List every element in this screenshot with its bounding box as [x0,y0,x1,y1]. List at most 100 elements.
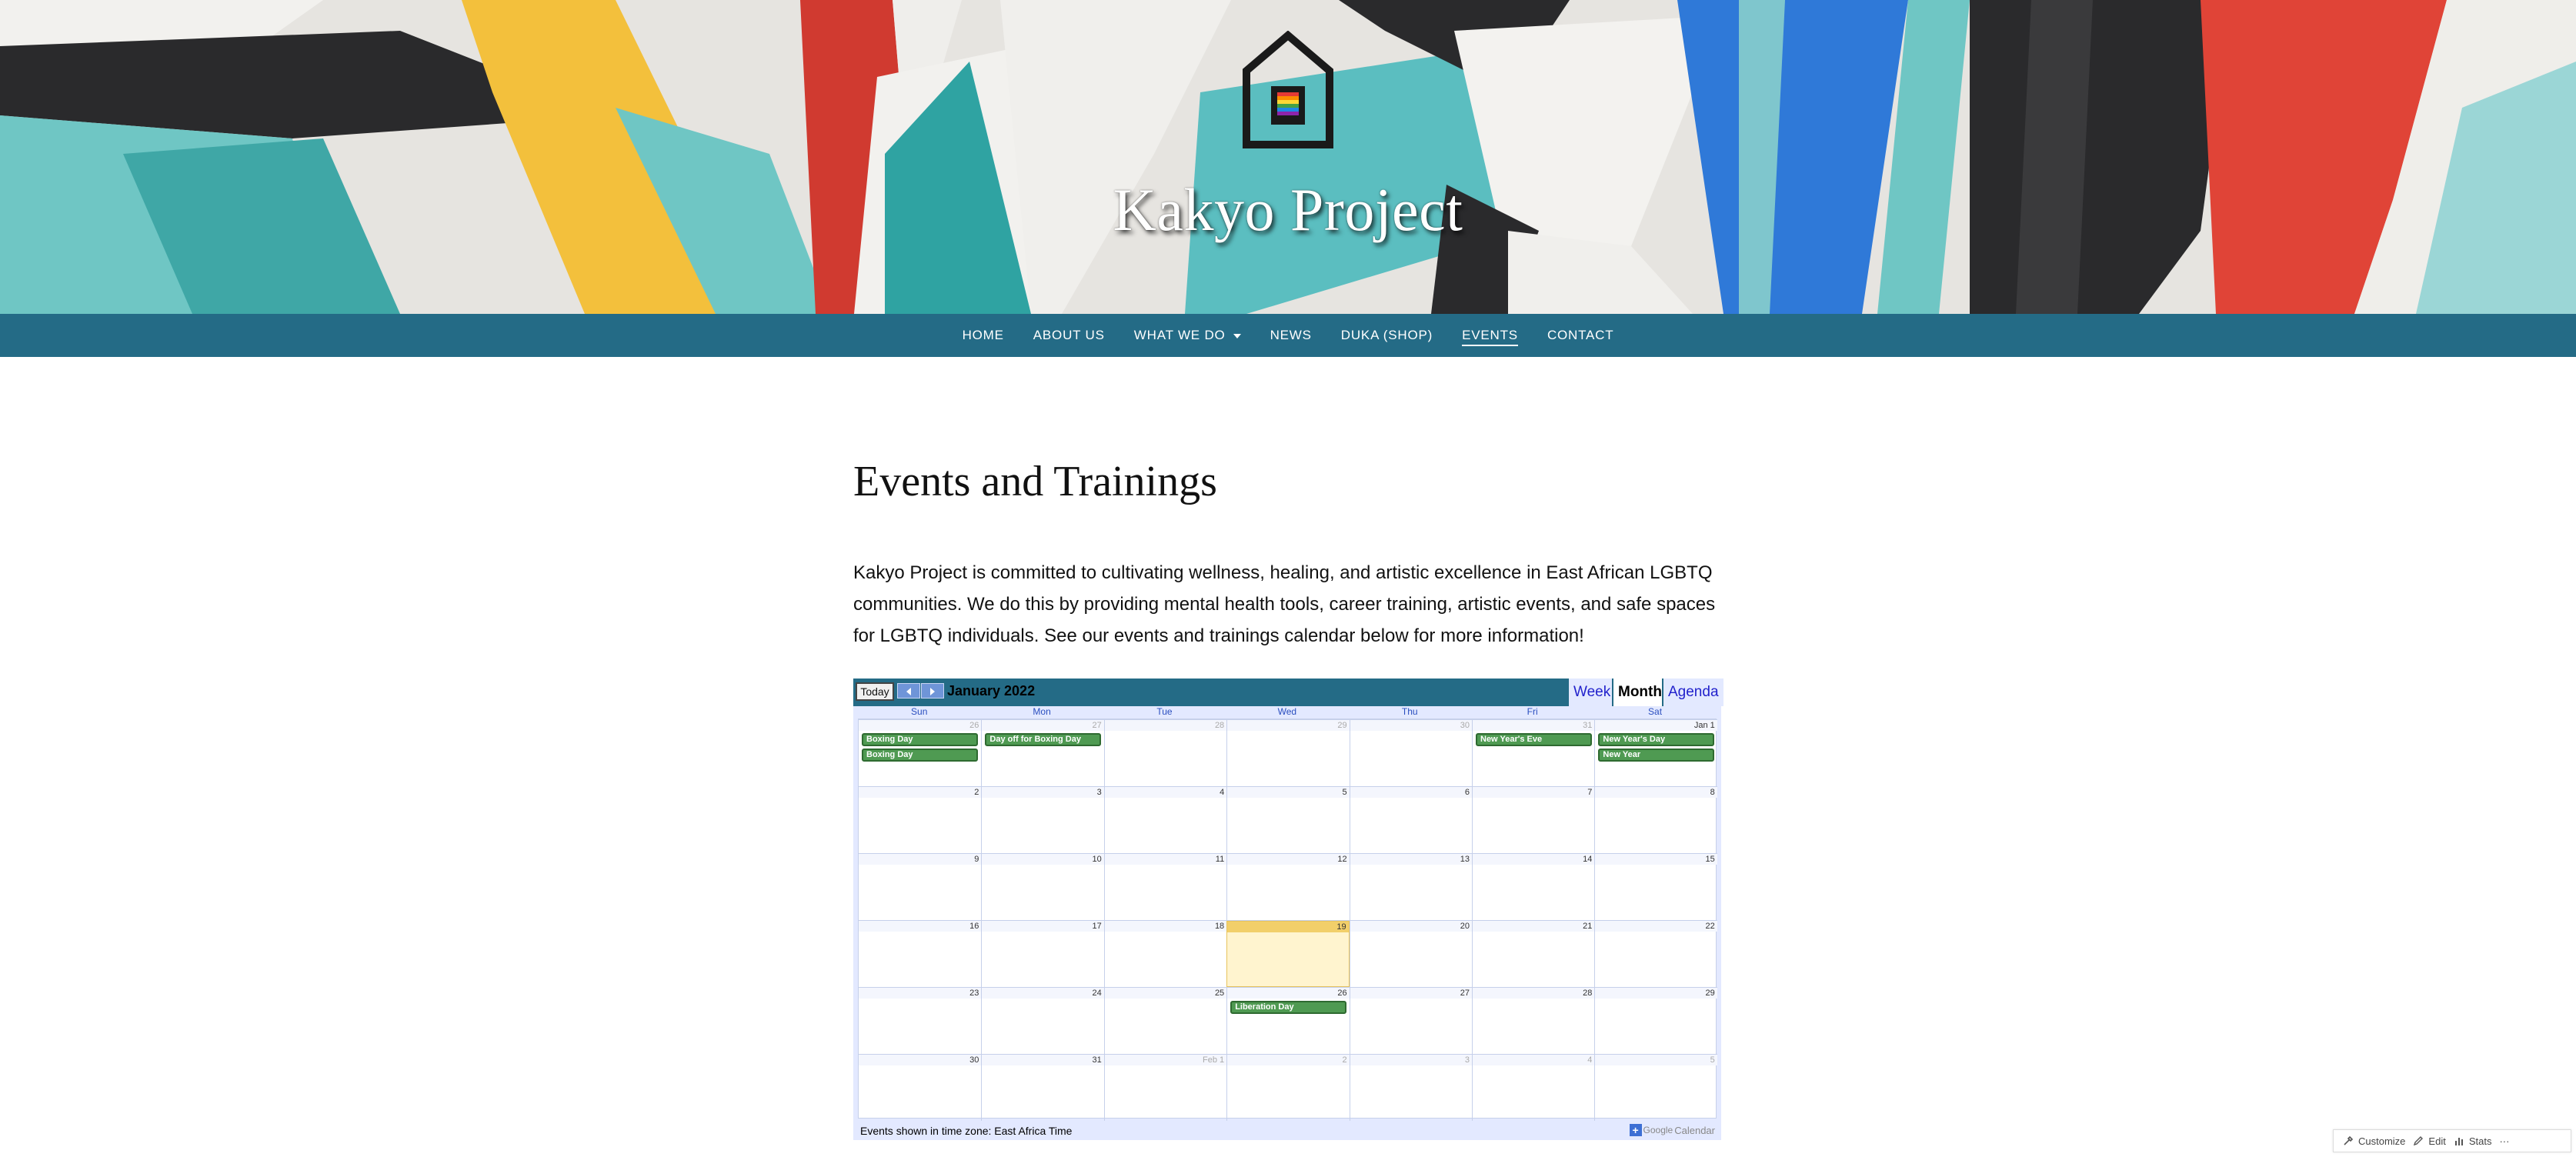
calendar-day-cell[interactable]: 11 [1103,854,1227,920]
calendar-day-cell[interactable]: 5 [1226,787,1350,853]
calendar-day-cell[interactable]: 27 [1349,988,1472,1054]
calendar-day-cell[interactable]: 8 [1594,787,1717,853]
calendar-day-cell-today[interactable]: 19 [1226,921,1350,987]
calendar-day-cell[interactable]: 9 [859,854,982,920]
nav-item-news[interactable]: NEWS [1256,314,1326,357]
calendar-day-cell[interactable]: 23 [859,988,982,1054]
weekday-label: Sat [1648,706,1663,717]
nav-item-events[interactable]: EVENTS [1447,314,1533,357]
site-logo-house-icon[interactable] [1242,31,1334,149]
calendar-event[interactable]: Boxing Day [862,749,978,762]
pencil-icon [2414,1136,2424,1146]
stats-button[interactable]: Stats [2454,1135,2491,1147]
day-number: 6 [1464,788,1470,797]
calendar-event[interactable]: New Year [1598,749,1715,762]
prev-month-button[interactable] [897,683,920,699]
calendar-week-row: 30 31 Feb 1 2 3 4 5 [859,1054,1717,1121]
nav-item-duka-shop[interactable]: DUKA (SHOP) [1326,314,1447,357]
calendar-day-cell[interactable]: 4 [1103,787,1227,853]
plus-icon[interactable]: + [1629,1124,1642,1136]
calendar-day-cell[interactable]: 24 [981,988,1104,1054]
tab-week[interactable]: Week [1567,679,1616,706]
tab-month[interactable]: Month [1612,679,1667,706]
calendar-event[interactable]: Boxing Day [862,733,978,746]
weekday-label: Thu [1401,706,1418,717]
calendar-day-cell[interactable]: Jan 1 New Year's Day New Year [1594,720,1717,786]
calendar-day-cell[interactable]: 5 [1594,1055,1717,1121]
google-calendar-link[interactable]: + Google Calendar [1629,1123,1715,1137]
wrench-icon [2344,1135,2354,1145]
calendar-day-cell[interactable]: 26 Boxing Day Boxing Day [859,720,982,786]
day-number-bar [1104,988,1227,999]
day-number: 4 [1587,1055,1593,1065]
day-number-bar [1595,854,1717,865]
nav-item-home[interactable]: HOME [948,314,1019,357]
calendar-day-cell[interactable]: 31 New Year's Eve [1472,720,1595,786]
calendar-day-cell[interactable]: 3 [1349,1055,1472,1121]
calendar-day-cell[interactable]: 10 [981,854,1104,920]
customize-button[interactable]: Customize [2343,1135,2405,1147]
day-number-bar [859,720,982,731]
edit-button[interactable]: Edit [2413,1135,2446,1147]
day-number: 10 [1092,855,1102,864]
weekday-label: Wed [1277,706,1297,717]
day-number-bar [982,988,1104,999]
calendar-day-cell[interactable]: 2 [1226,1055,1350,1121]
calendar-day-cell[interactable]: 31 [981,1055,1104,1121]
weekday-label: Mon [1033,706,1051,717]
calendar-event[interactable]: Liberation Day [1230,1001,1347,1014]
calendar-day-cell[interactable]: 30 [859,1055,982,1121]
calendar-day-cell[interactable]: 3 [981,787,1104,853]
calendar-event[interactable]: New Year's Day [1598,733,1715,746]
site-title[interactable]: Kakyo Project [0,175,2576,245]
calendar-day-cell[interactable]: 12 [1226,854,1350,920]
next-month-button[interactable] [921,683,944,699]
calendar-day-cell[interactable]: 6 [1349,787,1472,853]
day-number: 13 [1460,855,1470,864]
calendar-day-cell[interactable]: 20 [1349,921,1472,987]
day-number-bar [982,720,1104,731]
today-button[interactable]: Today [856,682,894,701]
nav-item-contact[interactable]: CONTACT [1533,314,1629,357]
calendar-day-cell[interactable]: 28 [1472,988,1595,1054]
calendar-day-cell[interactable]: 21 [1472,921,1595,987]
calendar-day-cell[interactable]: 22 [1594,921,1717,987]
calendar-day-cell[interactable]: 13 [1349,854,1472,920]
calendar-day-cell[interactable]: Feb 1 [1103,1055,1227,1121]
more-options-button[interactable]: ··· [2499,1135,2509,1147]
nav-item-about-us[interactable]: ABOUT US [1019,314,1119,357]
chevron-left-icon [906,688,911,695]
floating-admin-bar: Customize Edit Stats ··· [2333,1129,2571,1152]
day-number: 5 [1710,1055,1715,1065]
day-number: 27 [1460,989,1470,998]
google-calendar-embed: Today January 2022 Week Month Agenda Sun… [853,679,1723,1140]
calendar-day-cell[interactable]: 30 [1349,720,1472,786]
nav-item-what-we-do[interactable]: WHAT WE DO [1119,314,1256,357]
calendar-day-cell[interactable]: 7 [1472,787,1595,853]
calendar-day-cell[interactable]: 28 [1103,720,1227,786]
calendar-day-cell[interactable]: 26 Liberation Day [1226,988,1350,1054]
calendar-event[interactable]: Day off for Boxing Day [985,733,1102,746]
timezone-note: Events shown in time zone: East Africa T… [860,1125,1073,1137]
calendar-day-cell[interactable]: 2 [859,787,982,853]
calendar-day-cell[interactable]: 29 [1226,720,1350,786]
calendar-day-cell[interactable]: 14 [1472,854,1595,920]
chevron-down-icon [1233,333,1241,338]
calendar-day-cell[interactable]: 4 [1472,1055,1595,1121]
bar-chart-icon [2454,1138,2463,1145]
calendar-day-cell[interactable]: 16 [859,921,982,987]
day-number-bar [1595,988,1717,999]
calendar-day-cell[interactable]: 15 [1594,854,1717,920]
calendar-day-cell[interactable]: 17 [981,921,1104,987]
calendar-day-cell[interactable]: 27 Day off for Boxing Day [981,720,1104,786]
calendar-day-cell[interactable]: 29 [1594,988,1717,1054]
calendar-day-cell[interactable]: 25 [1103,988,1227,1054]
nav-label: EVENTS [1462,328,1518,346]
tab-agenda[interactable]: Agenda [1662,679,1723,706]
day-number: 30 [969,1055,979,1065]
nav-label: WHAT WE DO [1133,328,1226,342]
calendar-brand-label: Calendar [1674,1124,1715,1136]
day-number-bar [859,988,982,999]
calendar-day-cell[interactable]: 18 [1103,921,1227,987]
calendar-event[interactable]: New Year's Eve [1476,733,1592,746]
